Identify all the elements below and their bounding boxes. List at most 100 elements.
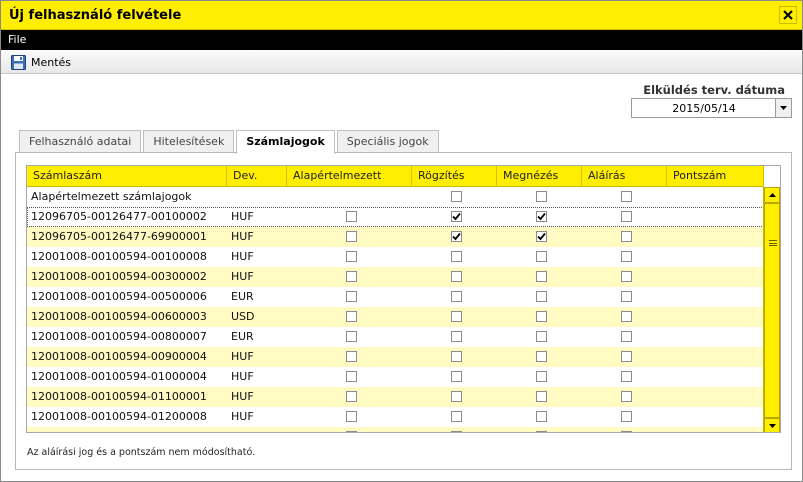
- checkbox-rogzites[interactable]: [451, 251, 462, 262]
- table-row[interactable]: 12001008-00100594-00800007 EUR: [27, 327, 764, 347]
- table-row[interactable]: 12001008-00100594-01200008 HUF: [27, 407, 764, 427]
- account-number: 12001008-00100594-00100008: [31, 250, 207, 263]
- dropdown-button[interactable]: [775, 99, 791, 117]
- column-header[interactable]: Alapértelmezett: [287, 166, 412, 187]
- checkbox-megnezes[interactable]: [536, 351, 547, 362]
- checkbox-default[interactable]: [346, 271, 357, 282]
- table-row[interactable]: 12001008-00100594-00300002 HUF: [27, 267, 764, 287]
- close-button[interactable]: [779, 6, 797, 24]
- account-number: 12001008-00100594-00600003: [31, 310, 207, 323]
- column-header[interactable]: Megnézés: [497, 166, 582, 187]
- column-header[interactable]: Számlaszám: [27, 166, 227, 187]
- table-row[interactable]: 12001008-00100594-00100008 HUF: [27, 247, 764, 267]
- tab-account-rights[interactable]: Számlajogok: [236, 130, 335, 154]
- column-header[interactable]: Pontszám: [667, 166, 764, 187]
- currency: HUF: [231, 270, 254, 283]
- checkbox-default[interactable]: [346, 311, 357, 322]
- vertical-scrollbar[interactable]: [763, 187, 780, 432]
- column-header[interactable]: Rögzítés: [412, 166, 497, 187]
- checkbox-alairas[interactable]: [621, 291, 632, 302]
- checkbox-rogzites[interactable]: [451, 191, 462, 202]
- checkbox-default[interactable]: [346, 431, 357, 432]
- checkbox-rogzites[interactable]: [451, 291, 462, 302]
- checkbox-rogzites[interactable]: [451, 411, 462, 422]
- save-button-label: Mentés: [31, 55, 72, 69]
- tab-panel-account-rights: Számlaszám Dev. Alapértelmezett Rögzítés Meg…: [15, 152, 792, 470]
- checkbox-rogzites[interactable]: [451, 371, 462, 382]
- default-rights-row[interactable]: Alapértelmezett számlajogok: [27, 187, 764, 207]
- account-number: 12001008-00100594-00900004: [31, 350, 207, 363]
- table-row[interactable]: 12001008-00100594-01000004 HUF: [27, 367, 764, 387]
- checkbox-megnezes[interactable]: [536, 431, 547, 432]
- currency: HUF: [231, 390, 254, 403]
- tab-user-data[interactable]: Felhasználó adatai: [19, 130, 142, 153]
- checkbox-alairas[interactable]: [621, 271, 632, 282]
- checkbox-default[interactable]: [346, 231, 357, 242]
- scroll-thumb[interactable]: [764, 203, 780, 418]
- checkbox-default[interactable]: [346, 291, 357, 302]
- close-icon: [783, 10, 793, 20]
- tab-authentications[interactable]: Hitelesítések: [143, 130, 235, 153]
- checkbox-megnezes[interactable]: [536, 271, 547, 282]
- checkbox-megnezes[interactable]: [536, 311, 547, 322]
- currency: HUF: [231, 250, 254, 263]
- table-row[interactable]: 12001008-00100594-00500006 EUR: [27, 287, 764, 307]
- account-number: 12001008-00100594-01100001: [31, 390, 207, 403]
- checkbox-megnezes[interactable]: [536, 211, 547, 222]
- checkbox-rogzites[interactable]: [451, 351, 462, 362]
- checkbox-alairas[interactable]: [621, 431, 632, 432]
- checkbox-alairas[interactable]: [621, 211, 632, 222]
- checkbox-alairas[interactable]: [621, 251, 632, 262]
- checkbox-megnezes[interactable]: [536, 291, 547, 302]
- checkbox-megnezes[interactable]: [536, 411, 547, 422]
- column-header[interactable]: Aláírás: [582, 166, 667, 187]
- table-row[interactable]: 12001008-00100594-00600003 USD: [27, 307, 764, 327]
- checkbox-default[interactable]: [346, 331, 357, 342]
- save-button[interactable]: Mentés: [11, 54, 71, 70]
- column-header[interactable]: Dev.: [227, 166, 287, 187]
- checkbox-alairas[interactable]: [621, 351, 632, 362]
- account-number: 12001008-00100594-00300002: [31, 270, 207, 283]
- checkbox-megnezes[interactable]: [536, 391, 547, 402]
- checkbox-alairas[interactable]: [621, 411, 632, 422]
- checkbox-megnezes[interactable]: [536, 231, 547, 242]
- table-row[interactable]: 12001008-00100594-00900004 HUF: [27, 347, 764, 367]
- checkbox-default[interactable]: [346, 411, 357, 422]
- menu-file[interactable]: File: [8, 33, 26, 46]
- checkbox-rogzites[interactable]: [451, 331, 462, 342]
- checkbox-default[interactable]: [346, 251, 357, 262]
- menu-bar: File: [1, 30, 802, 50]
- checkbox-alairas[interactable]: [621, 391, 632, 402]
- tab-special-rights[interactable]: Speciális jogok: [336, 130, 439, 153]
- checkbox-rogzites[interactable]: [451, 271, 462, 282]
- checkbox-alairas[interactable]: [621, 371, 632, 382]
- scroll-up-button[interactable]: [764, 187, 780, 203]
- checkbox-default[interactable]: [346, 351, 357, 362]
- checkbox-rogzites[interactable]: [451, 431, 462, 432]
- currency: HUF: [227, 427, 254, 432]
- checkbox-rogzites[interactable]: [451, 391, 462, 402]
- checkbox-megnezes[interactable]: [536, 251, 547, 262]
- send-date-select[interactable]: 2015/05/14: [631, 98, 792, 118]
- checkbox-rogzites[interactable]: [451, 211, 462, 222]
- checkbox-alairas[interactable]: [621, 231, 632, 242]
- checkbox-rogzites[interactable]: [451, 311, 462, 322]
- checkbox-default[interactable]: [346, 371, 357, 382]
- checkbox-default[interactable]: [346, 391, 357, 402]
- checkbox-default[interactable]: [346, 211, 357, 222]
- arrow-up-icon: [768, 193, 776, 197]
- table-row[interactable]: 12001008-00100594-01300006 HUF: [27, 427, 764, 432]
- checkbox-alairas[interactable]: [621, 191, 632, 202]
- table-row[interactable]: 12001008-00100594-01100001 HUF: [27, 387, 764, 407]
- checkbox-megnezes[interactable]: [536, 371, 547, 382]
- table-row[interactable]: 12096705-00126477-69900001 HUF: [27, 227, 764, 247]
- table-row[interactable]: 12096705-00126477-00100002 HUF: [27, 207, 764, 227]
- checkbox-megnezes[interactable]: [536, 191, 547, 202]
- scroll-down-button[interactable]: [764, 418, 780, 432]
- currency: HUF: [231, 230, 254, 243]
- checkbox-alairas[interactable]: [621, 331, 632, 342]
- send-date-label: Elküldés terv. dátuma: [643, 83, 785, 97]
- checkbox-rogzites[interactable]: [451, 231, 462, 242]
- checkbox-alairas[interactable]: [621, 311, 632, 322]
- checkbox-megnezes[interactable]: [536, 331, 547, 342]
